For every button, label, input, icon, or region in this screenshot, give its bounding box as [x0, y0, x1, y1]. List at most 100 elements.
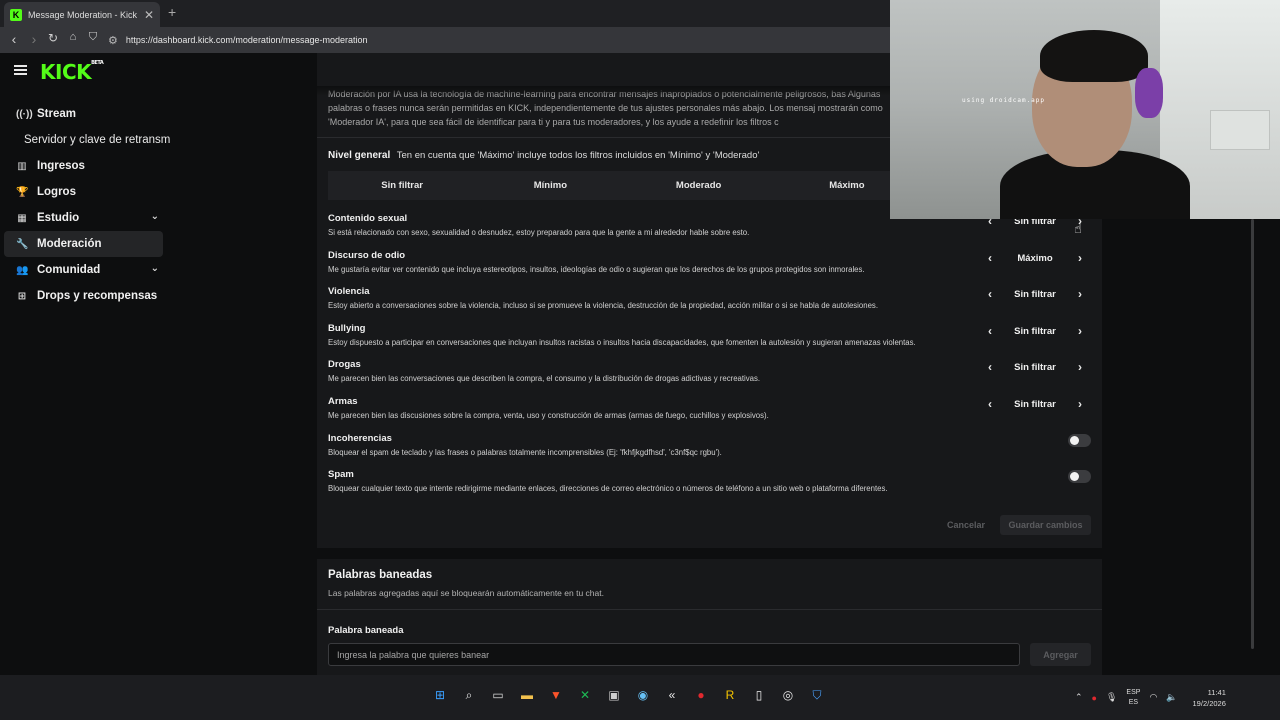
- stepper-value: Sin filtrar: [1014, 325, 1056, 337]
- sidebar-item-stream[interactable]: ((·)) Stream: [4, 101, 163, 127]
- new-tab-icon[interactable]: +: [168, 4, 176, 20]
- red-app-icon[interactable]: ●: [691, 685, 711, 705]
- sidebar: ((·)) Stream Servidor y clave de retransm ▥…: [0, 101, 170, 309]
- chart-icon: ▥: [17, 160, 27, 172]
- level-option[interactable]: Sin filtrar: [328, 171, 476, 200]
- level-stepper: ‹ Sin filtrar ›: [983, 323, 1087, 339]
- volume-icon[interactable]: 🔈: [1166, 692, 1177, 703]
- chevron-right-icon[interactable]: ›: [1073, 287, 1087, 301]
- toggle-switch[interactable]: [1068, 434, 1091, 447]
- sidebar-item-label: Servidor y clave de retransm: [24, 134, 171, 146]
- search-icon[interactable]: ⌕: [459, 685, 479, 705]
- chevron-right-icon[interactable]: ›: [1073, 397, 1087, 411]
- forward-icon[interactable]: ›: [25, 31, 43, 47]
- xbox-icon[interactable]: ✕: [575, 685, 595, 705]
- general-level-selector: Sin filtrar Mínimo Moderado Máximo: [328, 171, 921, 200]
- webcam-shelf: [1210, 110, 1270, 150]
- chevron-down-icon[interactable]: ⌄: [151, 211, 159, 222]
- toggle-row: Incoherencias Bloquear el spam de teclado…: [328, 433, 1098, 469]
- stepper-value: Sin filtrar: [1014, 288, 1056, 300]
- capcut-icon[interactable]: «: [662, 685, 682, 705]
- obs-icon[interactable]: ◎: [778, 685, 798, 705]
- level-stepper: ‹ Máximo ›: [983, 250, 1087, 266]
- chevron-left-icon[interactable]: ‹: [983, 324, 997, 338]
- page-scrollbar[interactable]: [1251, 219, 1254, 649]
- toggle-description: Bloquear cualquier texto que intente red…: [328, 484, 888, 493]
- close-tab-icon[interactable]: ✕: [144, 8, 154, 22]
- home-icon[interactable]: ⌂: [64, 31, 82, 43]
- cancel-button[interactable]: Cancelar: [936, 515, 996, 535]
- webcam-overlay: using droidcam.app: [890, 0, 1280, 219]
- wifi-icon[interactable]: ◠: [1149, 692, 1157, 703]
- sidebar-item-moderacion[interactable]: 🔧 Moderación: [4, 231, 163, 257]
- category-title: Drogas: [328, 359, 361, 370]
- chevron-left-icon[interactable]: ‹: [983, 397, 997, 411]
- brave-browser-icon[interactable]: ▼: [546, 685, 566, 705]
- sidebar-item-label: Comunidad: [37, 264, 101, 276]
- document-icon[interactable]: ▯: [749, 685, 769, 705]
- category-row: Armas Me parecen bien las discusiones sob…: [328, 396, 1098, 432]
- category-title: Armas: [328, 396, 358, 407]
- kick-favicon-icon: K: [10, 8, 22, 21]
- level-option[interactable]: Moderado: [625, 171, 773, 200]
- general-level-header: Nivel general Ten en cuenta que 'Máximo'…: [328, 150, 759, 161]
- community-icon: 👥: [16, 264, 29, 276]
- toggle-title: Incoherencias: [328, 433, 392, 444]
- category-row: Discurso de odio Me gustaría evitar ver c…: [328, 250, 1098, 286]
- input-language[interactable]: ESP ES: [1126, 688, 1140, 708]
- kick-logo[interactable]: KICKBETA: [40, 60, 104, 84]
- category-description: Me parecen bien las conversaciones que d…: [328, 374, 761, 383]
- banned-word-input[interactable]: [328, 643, 1020, 666]
- display-app-icon[interactable]: ▣: [604, 685, 624, 705]
- sidebar-item-estudio[interactable]: ▦ Estudio ⌄: [4, 205, 163, 231]
- clock[interactable]: 11:41 19/2/2026: [1193, 687, 1226, 709]
- broadcast-icon: ((·)): [16, 108, 33, 120]
- save-changes-button[interactable]: Guardar cambios: [1000, 515, 1091, 535]
- toggle-switch[interactable]: [1068, 470, 1091, 483]
- file-explorer-icon[interactable]: ▬: [517, 685, 537, 705]
- bookmark-icon[interactable]: ⛉: [84, 31, 102, 44]
- sidebar-item-label: Moderación: [37, 238, 102, 250]
- category-description: Estoy abierto a conversaciones sobre la …: [328, 301, 878, 310]
- steam-icon[interactable]: ◉: [633, 685, 653, 705]
- task-view-icon[interactable]: ▭: [488, 685, 508, 705]
- category-title: Discurso de odio: [328, 250, 406, 261]
- sidebar-item-logros[interactable]: 🏆 Logros: [4, 179, 163, 205]
- rockstar-icon[interactable]: R: [720, 685, 740, 705]
- banned-word-label: Palabra baneada: [328, 625, 404, 636]
- microphone-icon[interactable]: 🎙: [1106, 692, 1117, 703]
- reload-icon[interactable]: ↻: [44, 31, 62, 45]
- menu-icon[interactable]: [14, 65, 27, 75]
- drops-icon: ⊞: [17, 290, 27, 302]
- toggle-description: Bloquear el spam de teclado y las frases…: [328, 448, 722, 457]
- divider: [317, 609, 1102, 610]
- chevron-left-icon[interactable]: ‹: [983, 287, 997, 301]
- tray-app-icon[interactable]: ●: [1092, 693, 1097, 703]
- sidebar-item-servidor-y-clave-de-retransm[interactable]: Servidor y clave de retransm: [4, 127, 174, 153]
- chevron-down-icon[interactable]: ⌄: [151, 263, 159, 274]
- tray-overflow-icon[interactable]: ⌃: [1075, 692, 1083, 703]
- chevron-right-icon[interactable]: ›: [1073, 324, 1087, 338]
- chevron-left-icon[interactable]: ‹: [983, 251, 997, 265]
- sidebar-item-comunidad[interactable]: 👥 Comunidad ⌄: [4, 257, 163, 283]
- chevron-left-icon[interactable]: ‹: [983, 360, 997, 374]
- sidebar-item-ingresos[interactable]: ▥ Ingresos: [4, 153, 163, 179]
- toggle-title: Spam: [328, 469, 354, 480]
- film-icon: ▦: [17, 212, 27, 224]
- address-bar[interactable]: ⚙ https://dashboard.kick.com/moderation/…: [108, 30, 908, 50]
- chevron-right-icon[interactable]: ›: [1073, 360, 1087, 374]
- chevron-right-icon[interactable]: ›: [1073, 251, 1087, 265]
- clock-time: 11:41: [1207, 687, 1226, 697]
- browser-tab[interactable]: K Message Moderation - Kick Dash ✕: [4, 2, 160, 27]
- level-option[interactable]: Mínimo: [476, 171, 624, 200]
- sidebar-item-label: Stream: [37, 108, 76, 120]
- category-row: Bullying Estoy dispuesto a participar en …: [328, 323, 1098, 359]
- shield-app-icon[interactable]: ⛉: [807, 685, 827, 705]
- level-stepper: ‹ Sin filtrar ›: [983, 359, 1087, 375]
- site-settings-icon[interactable]: ⚙: [108, 34, 118, 47]
- sidebar-item-label: Drops y recompensas: [37, 290, 158, 302]
- windows-start-icon[interactable]: ⊞: [430, 685, 450, 705]
- sidebar-item-drops-y-recompensas[interactable]: ⊞ Drops y recompensas: [4, 283, 163, 309]
- add-word-button[interactable]: Agregar: [1030, 643, 1091, 666]
- back-icon[interactable]: ‹: [5, 31, 23, 47]
